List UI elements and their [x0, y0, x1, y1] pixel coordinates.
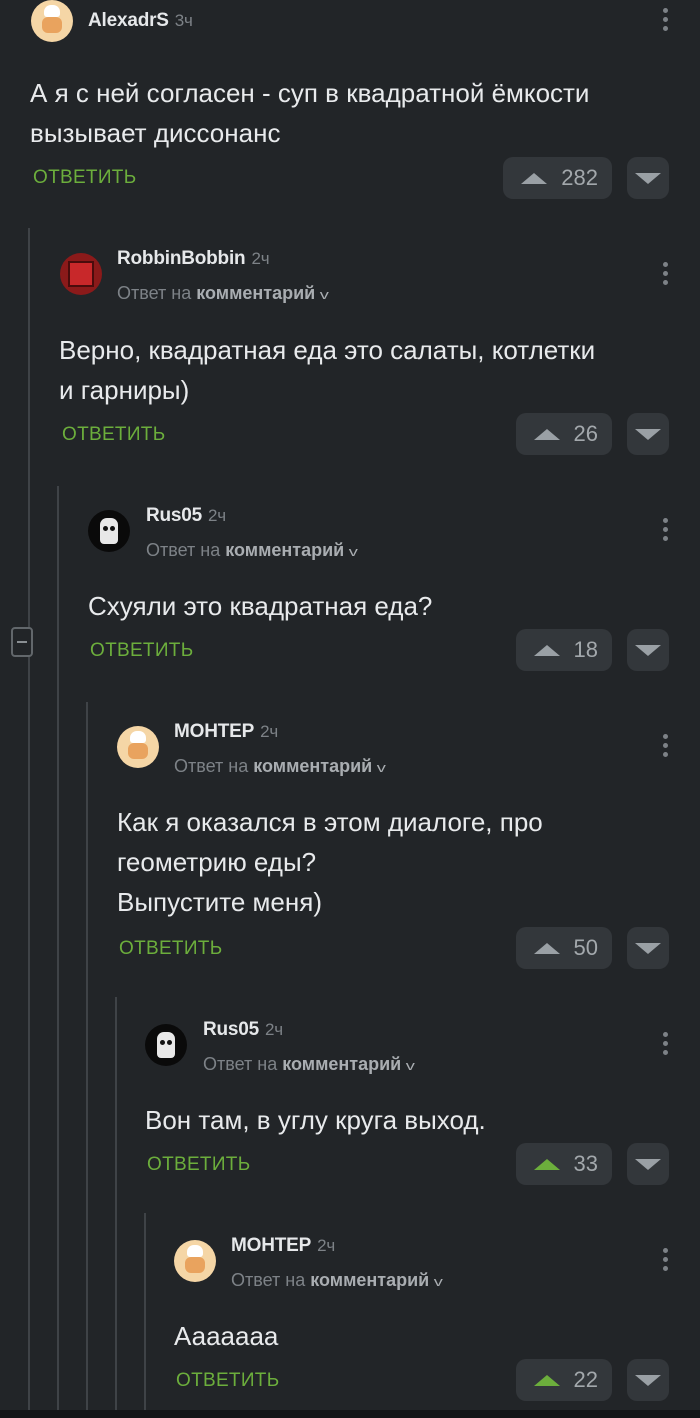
downvote-button[interactable]	[627, 1359, 669, 1401]
arrow-up-icon	[533, 428, 560, 440]
reply-to-link[interactable]: Ответ на комментарий v	[203, 1054, 416, 1075]
downvote-button[interactable]	[627, 927, 669, 969]
avatar[interactable]	[31, 0, 73, 42]
chevron-down-icon: v	[348, 544, 359, 559]
arrow-down-icon	[635, 172, 661, 184]
arrow-down-icon	[635, 942, 661, 954]
arrow-down-icon	[635, 644, 661, 656]
more-options-icon[interactable]	[662, 8, 668, 31]
upvote-button[interactable]: 282	[503, 157, 612, 199]
upvote-button[interactable]: 33	[516, 1143, 612, 1185]
comment-author[interactable]: RobbinBobbin 2ч	[117, 248, 270, 270]
vote-count: 22	[573, 1367, 598, 1392]
arrow-down-icon	[635, 1374, 661, 1386]
reply-to-link[interactable]: Ответ на комментарий v	[231, 1270, 444, 1291]
comment-time: 2ч	[260, 722, 279, 741]
chevron-down-icon: v	[376, 760, 387, 775]
arrow-up-icon	[533, 942, 560, 954]
reply-to-link[interactable]: Ответ на комментарий v	[146, 540, 359, 561]
avatar[interactable]	[145, 1024, 187, 1066]
arrow-up-icon	[533, 1374, 560, 1386]
comment-time: 3ч	[174, 11, 193, 30]
comment-text: Верно, квадратная еда это салаты, котлет…	[59, 335, 596, 405]
comment-thread: AlexadrS 3ч А я с ней согласен - суп в кв…	[0, 0, 700, 1418]
upvote-button[interactable]: 22	[516, 1359, 612, 1401]
upvote-button[interactable]: 26	[516, 413, 612, 455]
comment-author[interactable]: МОНТЕР 2ч	[174, 721, 278, 743]
bottom-bar	[0, 1410, 700, 1418]
more-options-icon[interactable]	[662, 518, 668, 541]
vote-count: 18	[573, 637, 598, 662]
arrow-down-icon	[635, 428, 661, 440]
chevron-down-icon: v	[405, 1058, 416, 1073]
avatar[interactable]	[174, 1240, 216, 1282]
comment-author[interactable]: Rus05 2ч	[203, 1019, 283, 1041]
more-options-icon[interactable]	[662, 1248, 668, 1271]
comment-author[interactable]: МОНТЕР 2ч	[231, 1235, 335, 1257]
upvote-button[interactable]: 50	[516, 927, 612, 969]
reply-to-link[interactable]: Ответ на комментарий v	[117, 283, 330, 304]
thread-line	[28, 228, 30, 1410]
more-options-icon[interactable]	[662, 262, 668, 285]
avatar[interactable]	[88, 510, 130, 552]
more-options-icon[interactable]	[662, 734, 668, 757]
comment-text: А я с ней согласен - суп в квадратной ём…	[30, 78, 590, 148]
downvote-button[interactable]	[627, 1143, 669, 1185]
comment-author[interactable]: AlexadrS 3ч	[88, 10, 193, 32]
reply-button[interactable]: ОТВЕТИТЬ	[33, 167, 136, 189]
chevron-down-icon: v	[433, 1274, 444, 1289]
arrow-up-icon	[533, 644, 560, 656]
arrow-down-icon	[635, 1158, 661, 1170]
chevron-down-icon: v	[319, 287, 330, 302]
collapse-thread-button[interactable]	[11, 627, 33, 657]
vote-count: 26	[573, 421, 598, 446]
reply-to-link[interactable]: Ответ на комментарий v	[174, 756, 387, 777]
arrow-up-icon	[533, 1158, 560, 1170]
reply-button[interactable]: ОТВЕТИТЬ	[90, 640, 193, 662]
upvote-button[interactable]: 18	[516, 629, 612, 671]
reply-button[interactable]: ОТВЕТИТЬ	[62, 424, 165, 446]
downvote-button[interactable]	[627, 413, 669, 455]
comment-time: 2ч	[208, 506, 226, 525]
arrow-up-icon	[521, 172, 548, 184]
minus-icon	[17, 641, 27, 643]
comment-text: Вон там, в углу круга выход.	[145, 1105, 486, 1135]
avatar[interactable]	[117, 726, 159, 768]
reply-button[interactable]: ОТВЕТИТЬ	[147, 1154, 250, 1176]
vote-count: 33	[573, 1151, 598, 1176]
more-options-icon[interactable]	[662, 1032, 668, 1055]
downvote-button[interactable]	[627, 629, 669, 671]
comment-text: Как я оказался в этом диалоге, про геоме…	[117, 807, 543, 917]
comment-time: 2ч	[265, 1020, 283, 1039]
thread-line	[86, 702, 88, 1410]
thread-line	[57, 486, 59, 1410]
comment-author[interactable]: Rus05 2ч	[146, 505, 226, 527]
thread-line	[144, 1213, 146, 1410]
comment-text: Схуяли это квадратная еда?	[88, 591, 433, 621]
comment-time: 2ч	[317, 1236, 336, 1255]
reply-button[interactable]: ОТВЕТИТЬ	[119, 938, 222, 960]
comment-time: 2ч	[251, 249, 270, 268]
comment-text: Аааааaa	[174, 1321, 279, 1351]
thread-line	[115, 997, 117, 1410]
vote-count: 50	[573, 935, 598, 960]
avatar[interactable]	[60, 253, 102, 295]
downvote-button[interactable]	[627, 157, 669, 199]
vote-count: 282	[561, 165, 598, 190]
reply-button[interactable]: ОТВЕТИТЬ	[176, 1370, 279, 1392]
